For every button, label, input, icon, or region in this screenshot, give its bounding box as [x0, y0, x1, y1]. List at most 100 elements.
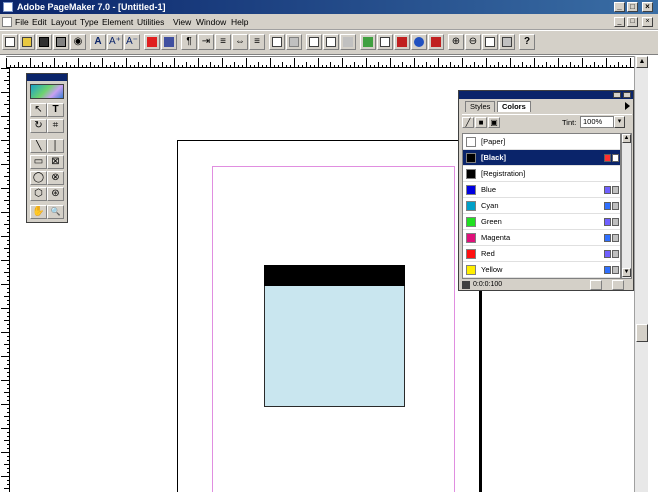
menu-window[interactable]: Window [196, 17, 226, 27]
black-rectangle[interactable] [264, 265, 405, 286]
stroke-icon[interactable]: ╱ [462, 117, 474, 128]
acrobat-icon[interactable] [428, 34, 444, 50]
rectangle-frame-tool[interactable]: ⊠ [47, 155, 64, 169]
color-row[interactable]: [Paper] [463, 134, 620, 150]
paste-icon[interactable] [286, 34, 302, 50]
place-icon[interactable] [306, 34, 322, 50]
minimize-button[interactable]: _ [614, 2, 625, 12]
new-color-button[interactable] [590, 280, 602, 290]
convert-icon[interactable] [360, 34, 376, 50]
ellipse-frame-tool[interactable]: ⊗ [47, 171, 64, 185]
story-icon[interactable] [161, 34, 177, 50]
palette-minimize-button[interactable] [613, 92, 621, 98]
spell-icon[interactable] [144, 34, 160, 50]
menu-bar: File Edit Layout Type Element Utilities … [0, 14, 658, 30]
fill-and-stroke-icon[interactable]: ▣ [488, 117, 500, 128]
close-button[interactable]: × [642, 2, 653, 12]
colors-toolbar: ╱ ■ ▣ Tint: 100% ▾ [462, 114, 632, 129]
tint-field[interactable]: 100% [580, 116, 614, 128]
text-tool[interactable]: T [47, 103, 64, 117]
copy-icon[interactable] [269, 34, 285, 50]
layers-icon[interactable] [499, 34, 515, 50]
scroll-up-arrow-icon[interactable]: ▲ [636, 56, 648, 68]
ellipse-tool[interactable]: ◯ [30, 171, 47, 185]
fill-icon[interactable]: ■ [475, 117, 487, 128]
export-icon[interactable] [377, 34, 393, 50]
scrollbar-thumb[interactable] [636, 324, 648, 342]
color-name: Red [481, 249, 495, 258]
hand-tool[interactable]: ✋ [30, 205, 47, 219]
vertical-scrollbar[interactable]: ▲ [634, 56, 648, 492]
hyperlink-icon[interactable] [323, 34, 339, 50]
menu-view[interactable]: View [173, 17, 191, 27]
light-blue-rectangle[interactable] [264, 286, 405, 407]
color-list-scrollbar[interactable]: ▲ ▼ [621, 133, 632, 279]
pointer-tool[interactable]: ↖ [30, 103, 47, 117]
crop-tool[interactable]: ⌗ [47, 119, 64, 133]
line-tool[interactable]: ╲ [30, 139, 47, 153]
style-icon[interactable]: ≡ [249, 34, 265, 50]
horizontal-ruler[interactable] [6, 56, 647, 68]
pdf-icon[interactable] [394, 34, 410, 50]
doc-close-button[interactable]: × [642, 17, 653, 27]
menu-element[interactable]: Element [102, 17, 133, 27]
pagemaker-app-icon[interactable] [3, 2, 13, 12]
palette-menu-arrow-icon[interactable] [625, 102, 630, 110]
restore-button[interactable]: □ [627, 2, 638, 12]
zoom-tool[interactable]: 🔍 [47, 205, 64, 219]
zoom-in-icon[interactable]: ⊕ [448, 34, 464, 50]
font-icon[interactable]: A [90, 34, 106, 50]
print-icon[interactable] [53, 34, 69, 50]
font-smaller-icon[interactable]: A⁻ [124, 34, 140, 50]
align-icon[interactable]: ≡ [215, 34, 231, 50]
indent-icon[interactable]: ⇥ [198, 34, 214, 50]
tab-colors[interactable]: Colors [497, 101, 531, 112]
save-icon[interactable] [36, 34, 52, 50]
color-mode-glyph [604, 202, 611, 210]
color-row[interactable]: Magenta [463, 230, 620, 246]
tint-dropdown-button[interactable]: ▾ [614, 116, 625, 128]
color-row[interactable]: Blue [463, 182, 620, 198]
menu-file[interactable]: File [15, 17, 29, 27]
menu-utilities[interactable]: Utilities [137, 17, 164, 27]
find-icon[interactable]: ◉ [70, 34, 86, 50]
color-mode-glyph [612, 154, 619, 162]
color-row[interactable]: Red [463, 246, 620, 262]
rotate-tool[interactable]: ↻ [30, 119, 47, 133]
vertical-ruler[interactable] [0, 68, 10, 492]
color-row[interactable]: Cyan [463, 198, 620, 214]
polygon-frame-tool[interactable]: ⊛ [47, 187, 64, 201]
paragraph-icon[interactable]: ¶ [181, 34, 197, 50]
color-row[interactable]: Green [463, 214, 620, 230]
doc-restore-button[interactable]: □ [627, 17, 638, 27]
color-row[interactable]: [Registration] [463, 166, 620, 182]
help-icon[interactable]: ? [519, 34, 535, 50]
new-icon[interactable] [2, 34, 18, 50]
menu-type[interactable]: Type [80, 17, 98, 27]
colors-palette-title-bar[interactable] [459, 91, 633, 99]
constrained-line-tool[interactable]: │ [47, 139, 64, 153]
menu-layout[interactable]: Layout [51, 17, 77, 27]
open-icon[interactable] [19, 34, 35, 50]
color-name: [Registration] [481, 169, 526, 178]
document-icon[interactable] [2, 17, 12, 27]
font-bigger-icon[interactable]: A⁺ [107, 34, 123, 50]
menu-edit[interactable]: Edit [32, 17, 47, 27]
scroll-down-icon[interactable]: ▼ [622, 268, 631, 277]
polygon-tool[interactable]: ⬡ [30, 187, 47, 201]
palette-close-button[interactable] [623, 92, 631, 98]
tab-icon[interactable]: ⇔ [232, 34, 248, 50]
rectangle-tool[interactable]: ▭ [30, 155, 47, 169]
link-icon[interactable] [340, 34, 356, 50]
color-row[interactable]: Yellow [463, 262, 620, 278]
delete-color-button[interactable] [612, 280, 624, 290]
toolbox-title-bar[interactable] [27, 74, 67, 81]
tab-styles[interactable]: Styles [465, 101, 496, 112]
scroll-up-icon[interactable]: ▲ [622, 134, 631, 143]
pages-icon[interactable] [482, 34, 498, 50]
color-row[interactable]: [Black] [463, 150, 620, 166]
doc-minimize-button[interactable]: _ [614, 17, 625, 27]
zoom-out-icon[interactable]: ⊖ [465, 34, 481, 50]
menu-help[interactable]: Help [231, 17, 248, 27]
globe-icon[interactable] [411, 34, 427, 50]
